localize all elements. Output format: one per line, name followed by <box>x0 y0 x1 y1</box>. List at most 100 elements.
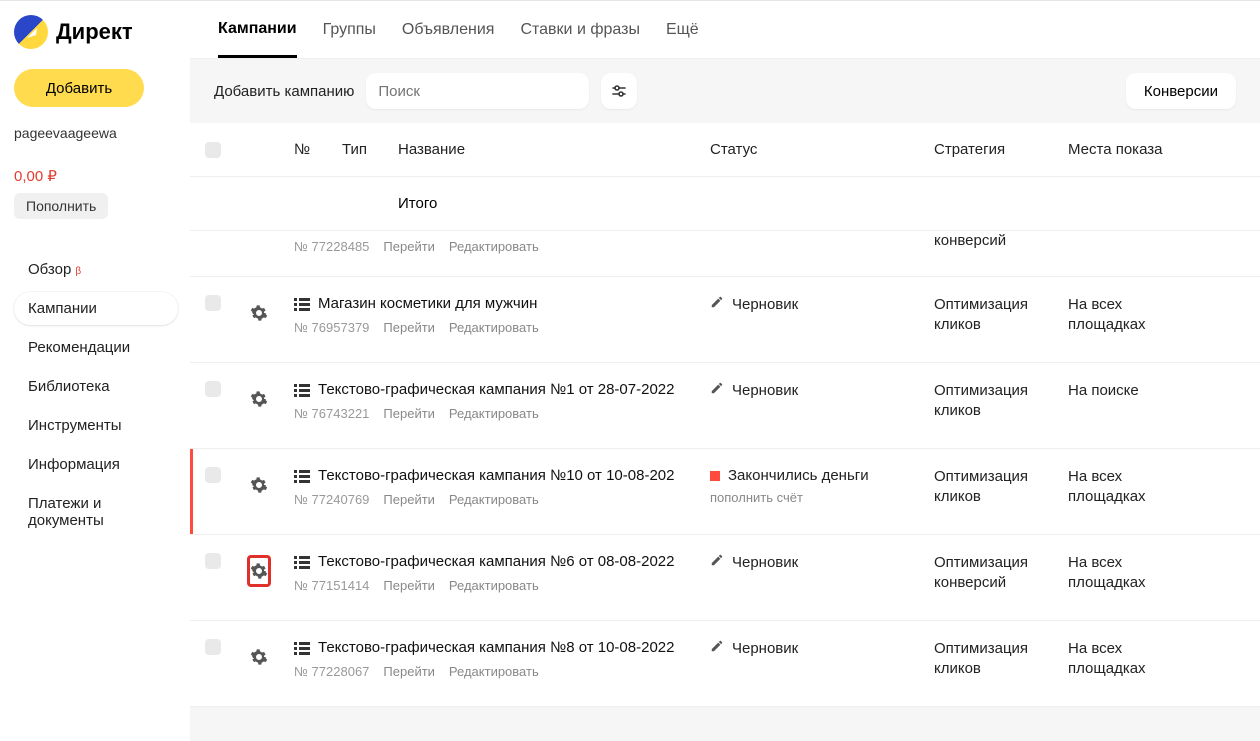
strategy-text: конверсий <box>934 231 1044 251</box>
campaign-number: № 76957379 <box>294 320 369 335</box>
total-label: Итого <box>386 195 698 212</box>
col-placement[interactable]: Места показа <box>1056 141 1176 158</box>
go-link[interactable]: Перейти <box>383 492 435 507</box>
sidebar-item-1[interactable]: Кампании <box>14 292 178 325</box>
campaign-number: № 77240769 <box>294 492 369 507</box>
sidebar-item-5[interactable]: Информация <box>14 448 178 481</box>
sidebar: Директ Добавить pageevaageewa 0,00 ₽ Поп… <box>0 1 190 741</box>
add-button[interactable]: Добавить <box>14 69 144 107</box>
pencil-icon <box>710 639 724 657</box>
placement-text: На всех площадках <box>1068 553 1164 594</box>
status-text: Черновик <box>732 296 798 313</box>
select-all-checkbox[interactable] <box>205 142 221 158</box>
table-header-row: № Тип Название Статус Стратегия Места по… <box>190 123 1260 177</box>
status: Черновик <box>710 381 910 399</box>
col-type[interactable]: Тип <box>330 141 386 158</box>
sidebar-item-2[interactable]: Рекомендации <box>14 331 178 364</box>
campaign-title[interactable]: Магазин косметики для мужчин <box>318 295 537 312</box>
go-link[interactable]: Перейти <box>383 578 435 593</box>
campaign-type-icon <box>294 383 310 397</box>
tab-4[interactable]: Ещё <box>666 4 699 56</box>
placement-text: На поиске <box>1068 381 1164 401</box>
sidebar-item-label: Платежи и документы <box>28 495 164 529</box>
search-input[interactable] <box>366 73 589 109</box>
col-strategy[interactable]: Стратегия <box>922 141 1056 158</box>
tab-1[interactable]: Группы <box>323 4 376 56</box>
tab-2[interactable]: Объявления <box>402 4 495 56</box>
campaign-number: № 77228067 <box>294 664 369 679</box>
col-status[interactable]: Статус <box>698 141 922 158</box>
col-name[interactable]: Название <box>386 141 698 158</box>
status-text: Черновик <box>732 554 798 571</box>
topup-account-link[interactable]: пополнить счёт <box>710 490 910 505</box>
sidebar-item-0[interactable]: Обзорβ <box>14 253 178 286</box>
edit-link[interactable]: Редактировать <box>449 320 539 335</box>
table-row: Магазин косметики для мужчин № 76957379 Пе… <box>190 277 1260 363</box>
campaign-type-icon <box>294 555 310 569</box>
main: Кампании Группы Объявления Ставки и фразы Ещ… <box>190 1 1260 741</box>
table-row: Текстово-графическая кампания №6 от 08-0… <box>190 535 1260 621</box>
row-checkbox[interactable] <box>205 295 221 311</box>
placement-text: На всех площадках <box>1068 295 1164 336</box>
col-no[interactable]: № <box>282 141 330 158</box>
strategy-text: Оптимизация кликов <box>934 381 1044 422</box>
row-settings-button[interactable] <box>248 383 270 415</box>
campaigns-table: № Тип Название Статус Стратегия Места по… <box>190 123 1260 741</box>
campaign-number: № 77228485 <box>294 239 369 254</box>
row-settings-button[interactable] <box>248 641 270 673</box>
status-dot-icon <box>710 471 720 481</box>
campaign-title[interactable]: Текстово-графическая кампания №10 от 10-… <box>318 467 674 484</box>
logo[interactable]: Директ <box>14 15 178 49</box>
edit-link[interactable]: Редактировать <box>449 239 539 254</box>
edit-link[interactable]: Редактировать <box>449 578 539 593</box>
row-settings-button[interactable] <box>248 469 270 501</box>
go-link[interactable]: Перейти <box>383 320 435 335</box>
campaign-number: № 77151414 <box>294 578 369 593</box>
row-checkbox[interactable] <box>205 639 221 655</box>
campaign-title[interactable]: Текстово-графическая кампания №6 от 08-0… <box>318 553 674 570</box>
row-settings-button[interactable] <box>248 297 270 329</box>
strategy-text: Оптимизация кликов <box>934 467 1044 508</box>
campaign-type-icon <box>294 469 310 483</box>
campaign-title[interactable]: Текстово-графическая кампания №1 от 28-0… <box>318 381 674 398</box>
sidebar-item-4[interactable]: Инструменты <box>14 409 178 442</box>
campaign-number: № 76743221 <box>294 406 369 421</box>
sidebar-item-label: Информация <box>28 456 120 473</box>
campaign-type-icon <box>294 641 310 655</box>
row-checkbox[interactable] <box>205 467 221 483</box>
row-checkbox[interactable] <box>205 381 221 397</box>
status: Черновик <box>710 295 910 313</box>
go-link[interactable]: Перейти <box>383 406 435 421</box>
app-name: Директ <box>56 19 133 45</box>
sidebar-item-label: Библиотека <box>28 378 110 395</box>
edit-link[interactable]: Редактировать <box>449 406 539 421</box>
topup-button[interactable]: Пополнить <box>14 193 108 219</box>
conversions-button[interactable]: Конверсии <box>1126 73 1236 109</box>
table-row: № 77228485 Перейти Редактировать конверсий <box>190 231 1260 277</box>
status-text: Черновик <box>732 382 798 399</box>
tab-0[interactable]: Кампании <box>218 3 297 58</box>
strategy-text: Оптимизация кликов <box>934 295 1044 336</box>
row-checkbox[interactable] <box>205 553 221 569</box>
sidebar-item-label: Рекомендации <box>28 339 130 356</box>
add-campaign-link[interactable]: Добавить кампанию <box>214 83 354 100</box>
go-link[interactable]: Перейти <box>383 664 435 679</box>
placement-text: На всех площадках <box>1068 639 1164 680</box>
sidebar-item-label: Кампании <box>28 300 97 317</box>
edit-link[interactable]: Редактировать <box>449 492 539 507</box>
edit-link[interactable]: Редактировать <box>449 664 539 679</box>
placement-text: На всех площадках <box>1068 467 1164 508</box>
sidebar-item-label: Обзор <box>28 261 71 278</box>
campaign-title[interactable]: Текстово-графическая кампания №8 от 10-0… <box>318 639 674 656</box>
table-row: Текстово-графическая кампания №10 от 10-… <box>190 449 1260 535</box>
sidebar-item-6[interactable]: Платежи и документы <box>14 487 178 537</box>
row-settings-button[interactable] <box>247 555 271 587</box>
sidebar-item-3[interactable]: Библиотека <box>14 370 178 403</box>
filters-button[interactable] <box>601 73 637 109</box>
pencil-icon <box>710 381 724 399</box>
username[interactable]: pageevaageewa <box>14 125 178 141</box>
alert-bar <box>190 449 193 534</box>
go-link[interactable]: Перейти <box>383 239 435 254</box>
tab-3[interactable]: Ставки и фразы <box>520 4 639 56</box>
status-text: Закончились деньги <box>728 467 869 484</box>
